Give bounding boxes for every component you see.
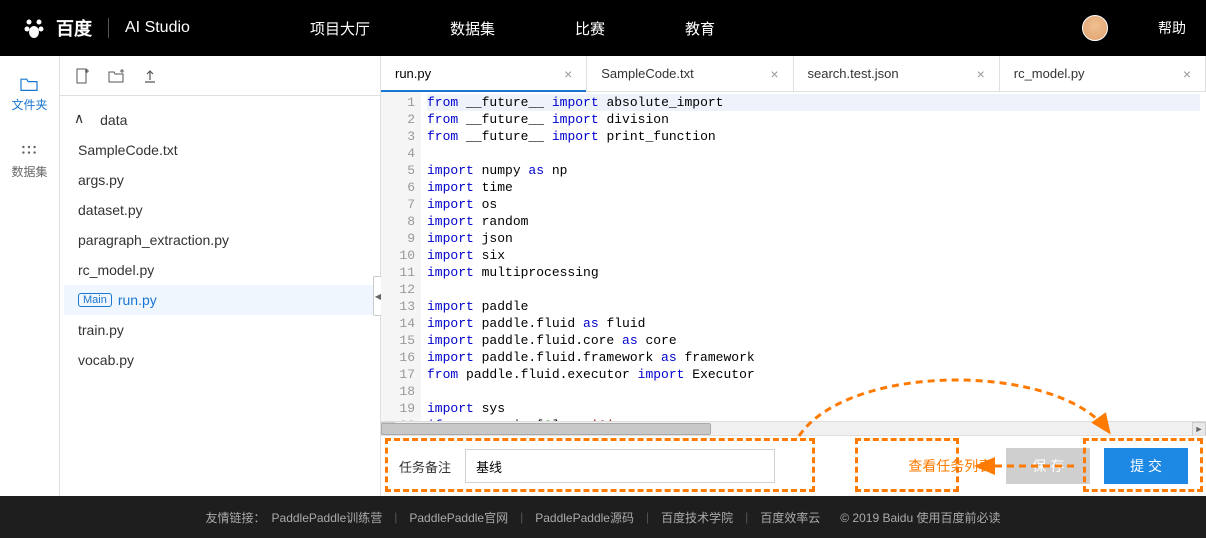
avatar[interactable] (1082, 15, 1108, 41)
logo-separator (108, 18, 109, 38)
footer-link[interactable]: PaddlePaddle源码 (535, 509, 634, 526)
nav-datasets[interactable]: 数据集 (450, 18, 495, 39)
scroll-right-button[interactable]: ► (1192, 422, 1206, 436)
scrollbar-thumb[interactable] (381, 423, 711, 435)
task-note-input[interactable] (465, 449, 775, 483)
tab-label: SampleCode.txt (601, 66, 694, 81)
bottom-bar: 任务备注 查看任务列表 保 存 提 交 (381, 435, 1206, 496)
file-panel: ∧ data SampleCode.txt args.py dataset.py… (60, 56, 380, 496)
tree-folder-data[interactable]: ∧ data (60, 104, 380, 135)
tree-file-active[interactable]: Main run.py (64, 285, 380, 315)
footer-link[interactable]: 百度效率云 (760, 509, 820, 526)
footer-label: 友情链接： (206, 509, 266, 526)
tree-children: SampleCode.txt args.py dataset.py paragr… (60, 135, 380, 375)
new-file-icon[interactable] (74, 68, 90, 84)
tree-file[interactable]: SampleCode.txt (64, 135, 380, 165)
rail-files[interactable]: 文件夹 (11, 76, 47, 113)
task-note-label: 任务备注 (399, 457, 451, 476)
main-badge: Main (78, 293, 112, 307)
logo-area[interactable]: 百度 AI Studio (20, 14, 190, 42)
file-tree: ∧ data SampleCode.txt args.py dataset.py… (60, 96, 380, 383)
upload-icon[interactable] (142, 68, 158, 84)
footer-link[interactable]: 百度技术学院 (661, 509, 733, 526)
close-icon[interactable]: × (770, 66, 778, 82)
left-rail: 文件夹 数据集 (0, 56, 60, 496)
rail-datasets[interactable]: 数据集 (11, 143, 47, 180)
save-button[interactable]: 保 存 (1006, 448, 1090, 484)
logo-text: 百度 (56, 15, 92, 41)
tab-label: run.py (395, 66, 431, 81)
horizontal-scrollbar[interactable]: ◄ ► (381, 421, 1206, 435)
editor-tabs: run.py × SampleCode.txt × search.test.js… (381, 56, 1206, 92)
main-area: 文件夹 数据集 ∧ data SampleCode.txt args.py da… (0, 56, 1206, 496)
tab-run[interactable]: run.py × (381, 56, 587, 91)
close-icon[interactable]: × (977, 66, 985, 82)
nav-education[interactable]: 教育 (685, 18, 715, 39)
logo-subtext: AI Studio (125, 19, 190, 37)
tab-samplecode[interactable]: SampleCode.txt × (587, 56, 793, 91)
nav-right: 帮助 (1082, 15, 1186, 41)
code-content[interactable]: from __future__ import absolute_importfr… (421, 92, 1206, 421)
top-nav: 百度 AI Studio 项目大厅 数据集 比赛 教育 帮助 (0, 0, 1206, 56)
tab-label: rc_model.py (1014, 66, 1085, 81)
tree-file[interactable]: train.py (64, 315, 380, 345)
tree-file[interactable]: paragraph_extraction.py (64, 225, 380, 255)
close-icon[interactable]: × (564, 66, 572, 82)
tree-file[interactable]: rc_model.py (64, 255, 380, 285)
tab-searchtest[interactable]: search.test.json × (794, 56, 1000, 91)
footer: 友情链接： PaddlePaddle训练营| PaddlePaddle官网| P… (0, 496, 1206, 538)
footer-copyright: © 2019 Baidu 使用百度前必读 (840, 509, 1000, 526)
tree-file[interactable]: args.py (64, 165, 380, 195)
file-toolbar (60, 56, 380, 96)
footer-link[interactable]: PaddlePaddle训练营 (272, 509, 383, 526)
new-folder-icon[interactable] (108, 68, 124, 84)
rail-files-label: 文件夹 (11, 96, 47, 113)
tab-label: search.test.json (808, 66, 899, 81)
folder-icon (19, 76, 39, 92)
view-task-list-link[interactable]: 查看任务列表 (908, 456, 992, 476)
dataset-icon (19, 143, 39, 159)
nav-projects[interactable]: 项目大厅 (310, 18, 370, 39)
code-editor[interactable]: 123456789101112131415161718192021222324 … (381, 92, 1206, 421)
nav-items: 项目大厅 数据集 比赛 教育 (250, 18, 1082, 39)
tab-rcmodel[interactable]: rc_model.py × (1000, 56, 1206, 91)
close-icon[interactable]: × (1183, 66, 1191, 82)
nav-competitions[interactable]: 比赛 (575, 18, 605, 39)
help-link[interactable]: 帮助 (1158, 18, 1186, 38)
line-gutter: 123456789101112131415161718192021222324 (381, 92, 421, 421)
submit-button[interactable]: 提 交 (1104, 448, 1188, 484)
tree-file[interactable]: vocab.py (64, 345, 380, 375)
baidu-paw-icon (20, 14, 48, 42)
editor-area: ◀ run.py × SampleCode.txt × search.test.… (380, 56, 1206, 496)
footer-link[interactable]: PaddlePaddle官网 (409, 509, 508, 526)
rail-datasets-label: 数据集 (11, 163, 47, 180)
tree-file[interactable]: dataset.py (64, 195, 380, 225)
